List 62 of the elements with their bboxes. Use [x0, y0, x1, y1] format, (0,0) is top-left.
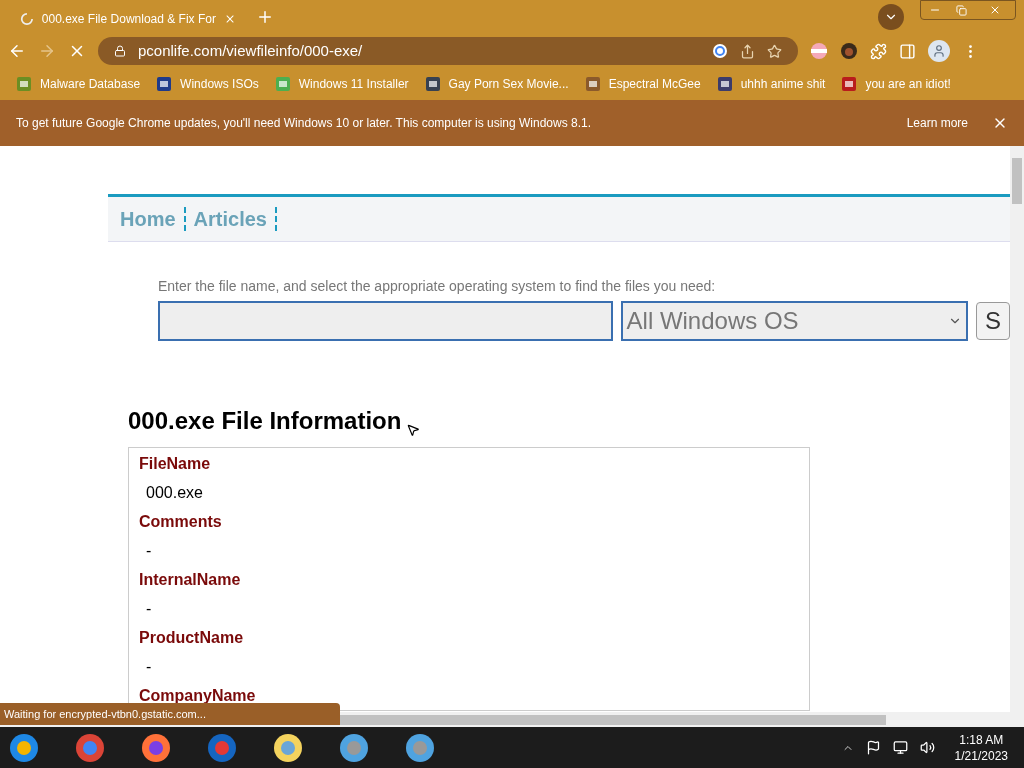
bookmark[interactable]: Malware Database — [16, 75, 141, 93]
field-value: - — [145, 657, 153, 677]
status-tooltip: Waiting for encrypted-vtbn0.gstatic.com... — [0, 703, 340, 725]
taskbar-app-icon[interactable] — [404, 731, 436, 764]
tab-title: 000.exe File Download & Fix For — [41, 11, 216, 28]
field-name: CompanyName — [139, 686, 257, 706]
close-icon — [989, 4, 1001, 16]
url-text: pconlife.com/viewfileinfo/000-exe/ — [138, 40, 364, 61]
bookmark-icon — [424, 76, 441, 92]
bookmark-icon — [716, 76, 733, 92]
taskbar-app-icon[interactable] — [272, 731, 304, 764]
field-value: 000.exe — [145, 483, 204, 503]
search-prompt: Enter the file name, and select the appropriate operating system to find the files you need: — [158, 277, 717, 296]
field-name: Comments — [139, 512, 223, 532]
field-value: - — [145, 541, 153, 561]
learn-more-link[interactable]: Learn more — [906, 114, 968, 132]
browser-tab[interactable]: 000.exe File Download & Fix For — [8, 4, 248, 34]
taskbar-app-icon[interactable] — [140, 731, 172, 764]
clock-date: 1/21/2023 — [954, 747, 1008, 764]
field-name: InternalName — [139, 570, 242, 590]
network-icon[interactable] — [892, 740, 908, 755]
bookmark[interactable]: Espectral McGee — [584, 75, 701, 93]
nav-link[interactable]: Articles — [189, 204, 271, 234]
star-icon[interactable] — [767, 43, 782, 59]
side-panel-icon[interactable] — [899, 42, 916, 60]
vertical-scrollbar[interactable] — [1010, 146, 1024, 727]
bookmark[interactable]: Windows ISOs — [156, 75, 259, 93]
file-name-field[interactable] — [158, 301, 613, 341]
os-select[interactable]: All Windows OS — [620, 301, 968, 341]
restore-icon — [956, 4, 967, 16]
flag-icon[interactable] — [865, 740, 881, 755]
back-icon[interactable] — [8, 42, 26, 60]
page-heading: 000.exe File Information — [128, 406, 402, 436]
mouse-cursor-icon — [406, 423, 420, 437]
bookmark[interactable]: you are an idiot! — [841, 75, 951, 93]
taskbar-app-icon[interactable] — [74, 731, 106, 764]
bookmark[interactable]: Windows 11 Installer — [274, 75, 409, 93]
clock[interactable]: 1:18 AM 1/21/2023 — [946, 731, 1016, 764]
nav-link[interactable]: Home — [116, 204, 180, 234]
field-name: FileName — [139, 454, 212, 474]
tab-search-button[interactable] — [878, 4, 904, 30]
field-name: ProductName — [139, 628, 245, 648]
bookmark-icon — [156, 76, 173, 92]
taskbar-app-icon[interactable] — [8, 731, 40, 764]
bookmark-icon — [841, 76, 858, 92]
new-tab-icon[interactable] — [256, 8, 274, 26]
lock-icon — [114, 45, 126, 57]
clock-time: 1:18 AM — [959, 731, 1004, 748]
infobar-message: To get future Google Chrome updates, you'll need Windows 10 or later. This computer is using Windows 8.1. — [16, 115, 593, 132]
volume-icon[interactable] — [919, 740, 935, 755]
profile-avatar[interactable] — [928, 40, 950, 62]
extensions-icon[interactable] — [870, 42, 887, 60]
share-icon[interactable] — [740, 43, 755, 59]
bookmark-icon — [274, 76, 291, 92]
bookmark-icon — [584, 76, 601, 92]
bookmark[interactable]: uhhh anime shit — [716, 75, 826, 93]
bookmark[interactable]: Gay Porn Sex Movie... — [424, 75, 569, 93]
taskbar-app-icon[interactable] — [338, 731, 370, 764]
address-bar[interactable]: pconlife.com/viewfileinfo/000-exe/ — [98, 37, 798, 65]
bookmark-icon — [16, 76, 32, 92]
field-value: - — [145, 599, 153, 619]
search-button[interactable]: S — [976, 302, 1010, 340]
